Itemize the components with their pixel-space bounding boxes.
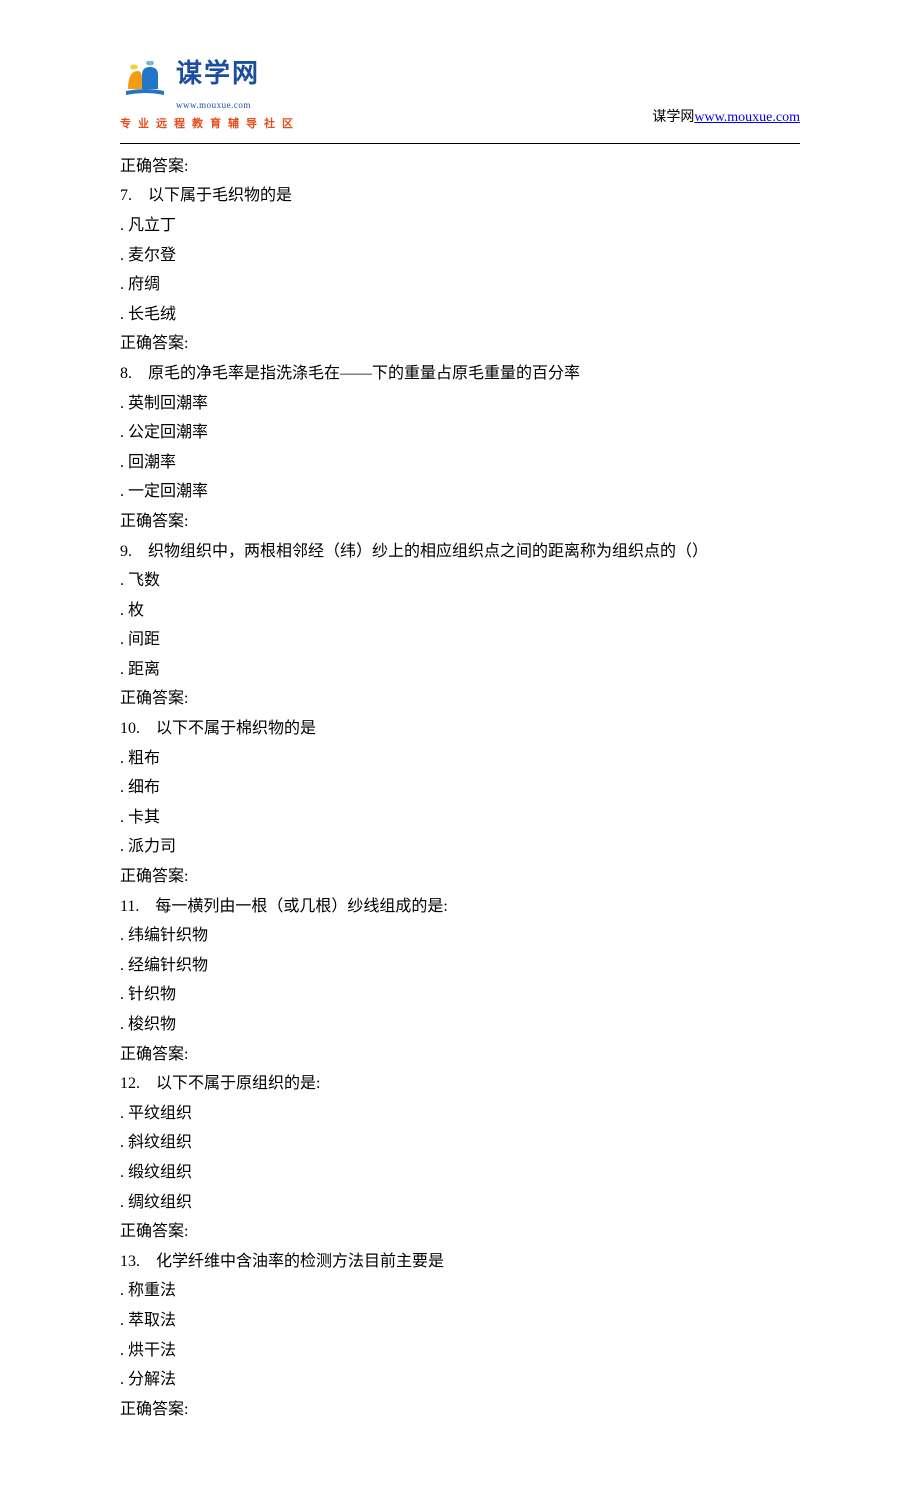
option-text: . 卡其 [120, 803, 800, 833]
option-text: . 麦尔登 [120, 241, 800, 271]
option-text: . 绸纹组织 [120, 1188, 800, 1218]
header-divider [120, 143, 800, 144]
option-text: . 分解法 [120, 1365, 800, 1395]
question-text: 11. 每一横列由一根（或几根）纱线组成的是: [120, 892, 800, 922]
option-text: . 英制回潮率 [120, 389, 800, 419]
text-line: 正确答案: [120, 1395, 800, 1425]
logo-url-text: www.mouxue.com [176, 97, 260, 113]
logo-text-block: 谋学网 www.mouxue.com [176, 50, 260, 113]
logo-top-row: 谋学网 www.mouxue.com [120, 50, 300, 113]
option-text: . 平纹组织 [120, 1099, 800, 1129]
text-line: 正确答案: [120, 862, 800, 892]
logo-chinese-name: 谋学网 [176, 50, 260, 97]
option-text: . 枚 [120, 596, 800, 626]
option-text: . 斜纹组织 [120, 1128, 800, 1158]
question-text: 9. 织物组织中，两根相邻经（纬）纱上的相应组织点之间的距离称为组织点的（） [120, 537, 800, 567]
text-line: 正确答案: [120, 329, 800, 359]
question-text: 13. 化学纤维中含油率的检测方法目前主要是 [120, 1247, 800, 1277]
option-text: . 针织物 [120, 980, 800, 1010]
question-text: 8. 原毛的净毛率是指洗涤毛在——下的重量占原毛重量的百分率 [120, 359, 800, 389]
text-line: 正确答案: [120, 1040, 800, 1070]
option-text: . 烘干法 [120, 1336, 800, 1366]
question-text: 12. 以下不属于原组织的是: [120, 1069, 800, 1099]
option-text: . 飞数 [120, 566, 800, 596]
option-text: . 经编针织物 [120, 951, 800, 981]
option-text: . 称重法 [120, 1276, 800, 1306]
option-text: . 细布 [120, 773, 800, 803]
option-text: . 府绸 [120, 270, 800, 300]
option-text: . 缎纹组织 [120, 1158, 800, 1188]
header-right-link[interactable]: www.mouxue.com [694, 110, 800, 125]
logo-tagline: 专业远程教育辅导社区 [120, 115, 300, 135]
text-line: 正确答案: [120, 507, 800, 537]
text-line: 正确答案: [120, 152, 800, 182]
option-text: . 长毛绒 [120, 300, 800, 330]
logo-container: 谋学网 www.mouxue.com 专业远程教育辅导社区 [120, 50, 300, 135]
text-line: 正确答案: [120, 1217, 800, 1247]
option-text: . 距离 [120, 655, 800, 685]
header-right-credit: 谋学网www.mouxue.com [652, 105, 800, 135]
option-text: . 回潮率 [120, 448, 800, 478]
text-line: 正确答案: [120, 684, 800, 714]
option-text: . 一定回潮率 [120, 477, 800, 507]
logo-icon [120, 61, 170, 101]
page-header: 谋学网 www.mouxue.com 专业远程教育辅导社区 谋学网www.mou… [120, 50, 800, 135]
option-text: . 凡立丁 [120, 211, 800, 241]
option-text: . 粗布 [120, 744, 800, 774]
document-content: 正确答案: 7. 以下属于毛织物的是 . 凡立丁 . 麦尔登 . 府绸 . 长毛… [120, 152, 800, 1425]
option-text: . 纬编针织物 [120, 921, 800, 951]
option-text: . 萃取法 [120, 1306, 800, 1336]
question-text: 10. 以下不属于棉织物的是 [120, 714, 800, 744]
option-text: . 派力司 [120, 832, 800, 862]
header-right-label: 谋学网 [652, 110, 694, 125]
option-text: . 公定回潮率 [120, 418, 800, 448]
question-text: 7. 以下属于毛织物的是 [120, 181, 800, 211]
option-text: . 间距 [120, 625, 800, 655]
option-text: . 梭织物 [120, 1010, 800, 1040]
